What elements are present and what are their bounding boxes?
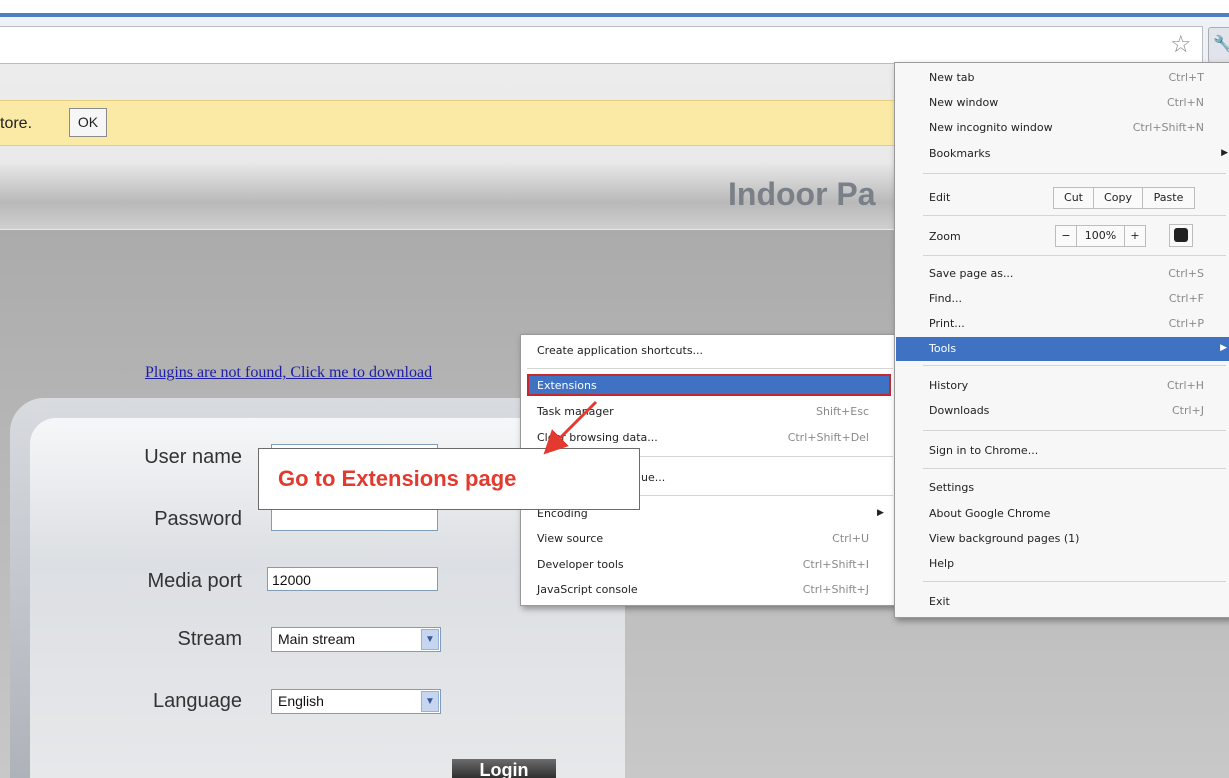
ok-button[interactable]: OK [69, 108, 107, 137]
menu-item-history[interactable]: History [929, 379, 968, 392]
menu-item-settings[interactable]: Settings [929, 481, 974, 494]
cut-button[interactable]: Cut [1053, 187, 1094, 209]
shortcut-label: Ctrl+Shift+I [802, 558, 869, 571]
chevron-right-icon: ▶ [1220, 343, 1227, 353]
menu-item-extensions[interactable]: Extensions [527, 374, 891, 396]
menu-item-print[interactable]: Print... [929, 317, 965, 330]
menu-item-bookmarks[interactable]: Bookmarks [929, 147, 990, 160]
menu-item-find[interactable]: Find... [929, 292, 962, 305]
divider [923, 215, 1226, 216]
address-bar[interactable] [0, 26, 1203, 64]
menu-item-create-shortcuts[interactable]: Create application shortcuts... [537, 344, 703, 357]
menu-item-help[interactable]: Help [929, 557, 954, 570]
password-label: Password [154, 508, 242, 530]
menu-item-zoom: Zoom [929, 230, 961, 243]
divider [923, 468, 1226, 469]
menu-item-edit: Edit [929, 191, 951, 204]
divider [923, 365, 1226, 366]
shortcut-label: Ctrl+T [1168, 71, 1204, 84]
language-select[interactable]: English ▼ [271, 689, 441, 714]
media-port-label: Media port [147, 570, 243, 592]
menu-item-about-chrome[interactable]: About Google Chrome [929, 507, 1050, 520]
paste-button[interactable]: Paste [1142, 187, 1195, 209]
shortcut-label: Shift+Esc [816, 405, 869, 418]
menu-item-tools[interactable]: Tools ▶ [896, 337, 1229, 361]
username-label: User name [144, 446, 242, 468]
menu-item-view-source[interactable]: View source [537, 532, 603, 545]
shortcut-label: Ctrl+F [1168, 292, 1204, 305]
plugins-download-link[interactable]: Plugins are not found, Click me to downl… [145, 364, 432, 382]
language-label: Language [153, 690, 242, 712]
divider [923, 255, 1226, 256]
chevron-right-icon: ▶ [877, 508, 884, 518]
menu-item-partial[interactable]: ue... [641, 471, 665, 484]
chevron-right-icon: ▶ [1221, 148, 1228, 158]
shortcut-label: Ctrl+P [1168, 317, 1204, 330]
stream-select[interactable]: Main stream ▼ [271, 627, 441, 652]
shortcut-label: Ctrl+Shift+J [802, 583, 869, 596]
chevron-down-icon[interactable]: ▼ [421, 691, 439, 712]
menu-item-new-incognito-window[interactable]: New incognito window [929, 121, 1053, 134]
annotation-callout-text: Go to Extensions page [278, 466, 517, 491]
wrench-menu-button[interactable]: 🔧 [1208, 27, 1229, 63]
zoom-in-button[interactable]: + [1124, 225, 1146, 247]
menu-item-new-window[interactable]: New window [929, 96, 998, 109]
menu-item-extensions-label: Extensions [537, 379, 597, 392]
info-bar-text: tore. [0, 115, 33, 132]
wrench-icon: 🔧 [1213, 34, 1229, 53]
chrome-menu: New tab Ctrl+T New window Ctrl+N New inc… [894, 62, 1229, 618]
divider [923, 581, 1226, 582]
media-port-input[interactable]: 12000 [267, 567, 438, 591]
copy-button[interactable]: Copy [1093, 187, 1143, 209]
window-top [0, 0, 1229, 13]
stream-select-value: Main stream [278, 631, 356, 647]
stream-label: Stream [177, 628, 242, 650]
menu-item-new-tab[interactable]: New tab [929, 71, 975, 84]
chevron-down-icon[interactable]: ▼ [421, 629, 439, 650]
menu-item-save-page[interactable]: Save page as... [929, 267, 1013, 280]
shortcut-label: Ctrl+Shift+Del [787, 431, 869, 444]
shortcut-label: Ctrl+H [1166, 379, 1204, 392]
shortcut-label: Ctrl+Shift+N [1132, 121, 1204, 134]
menu-item-developer-tools[interactable]: Developer tools [537, 558, 624, 571]
fullscreen-icon [1174, 228, 1188, 242]
menu-item-sign-in[interactable]: Sign in to Chrome... [929, 444, 1038, 457]
divider [527, 368, 893, 369]
menu-item-javascript-console[interactable]: JavaScript console [537, 583, 638, 596]
menu-item-tools-label: Tools [929, 342, 957, 355]
shortcut-label: Ctrl+J [1171, 404, 1204, 417]
menu-item-downloads[interactable]: Downloads [929, 404, 989, 417]
password-input[interactable] [271, 507, 438, 531]
zoom-level: 100% [1076, 225, 1125, 247]
fullscreen-button[interactable] [1169, 224, 1193, 247]
menu-item-background-pages[interactable]: View background pages (1) [929, 532, 1079, 545]
annotation-arrow [543, 400, 598, 455]
shortcut-label: Ctrl+N [1166, 96, 1204, 109]
language-select-value: English [278, 693, 324, 709]
star-icon[interactable]: ☆ [1170, 30, 1192, 58]
divider [923, 430, 1226, 431]
zoom-out-button[interactable]: − [1055, 225, 1077, 247]
shortcut-label: Ctrl+S [1168, 267, 1204, 280]
page-title: Indoor Pa [728, 176, 876, 212]
shortcut-label: Ctrl+U [832, 532, 869, 545]
menu-item-exit[interactable]: Exit [929, 595, 950, 608]
divider [923, 173, 1226, 174]
login-button[interactable]: Login [452, 759, 556, 778]
